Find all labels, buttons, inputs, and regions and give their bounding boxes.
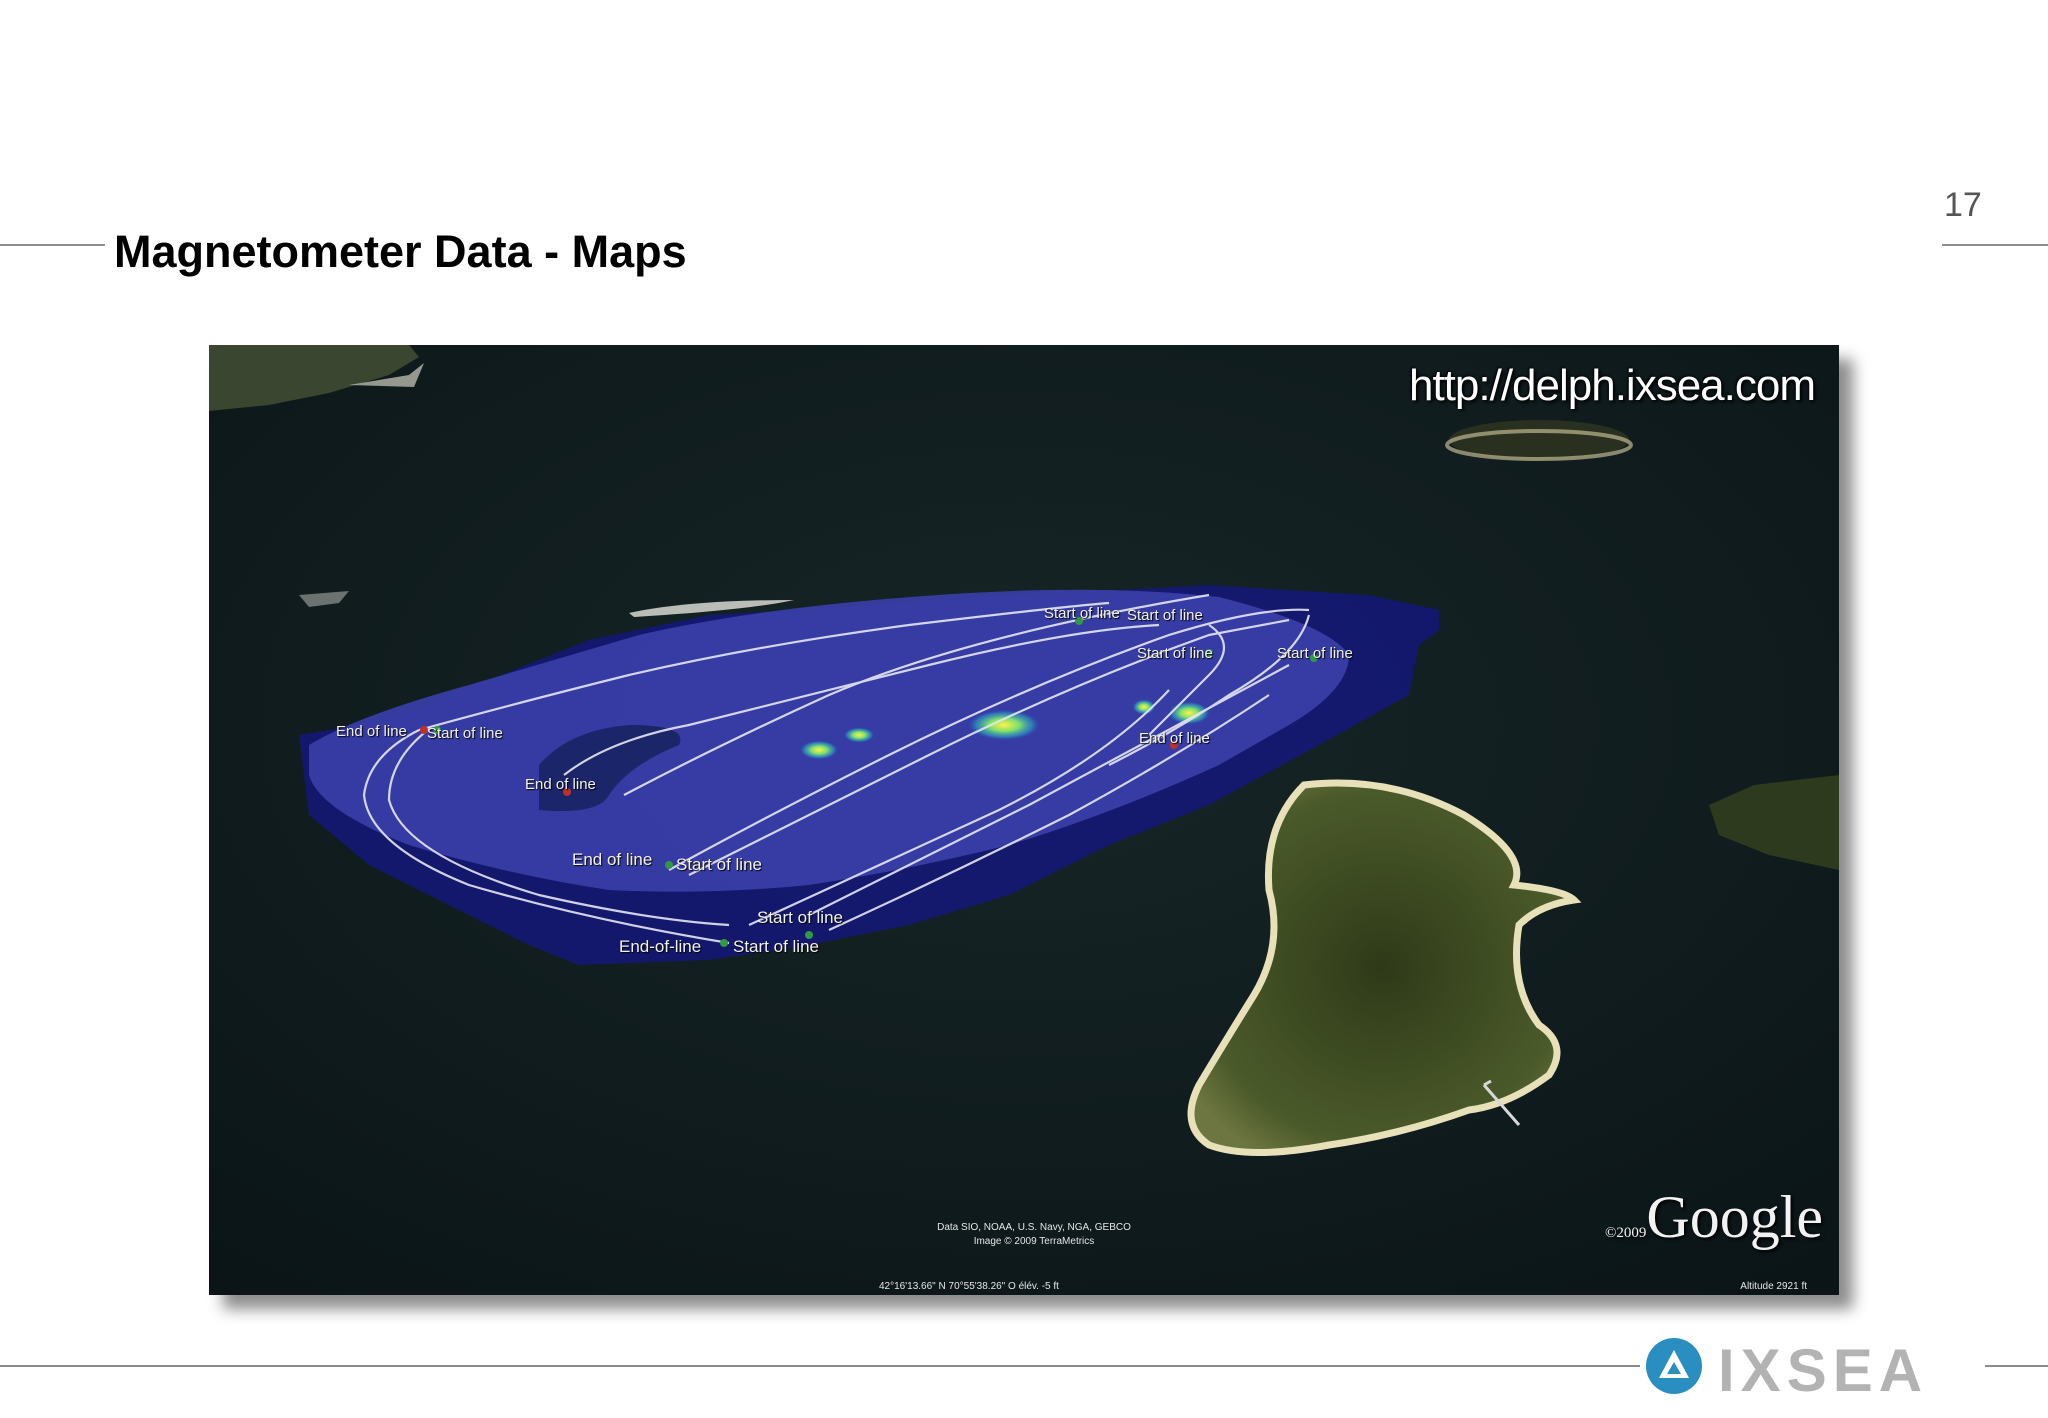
slide-title: Magnetometer Data - Maps bbox=[114, 226, 687, 277]
google-year: ©2009 bbox=[1604, 1225, 1647, 1241]
google-logo: ©2009Google bbox=[1605, 1183, 1823, 1252]
satellite-map bbox=[209, 345, 1839, 1295]
label-end-of-line: End of line bbox=[336, 723, 407, 740]
map-credits: Data SIO, NOAA, U.S. Navy, NGA, GEBCO Im… bbox=[899, 1221, 1169, 1249]
label-start-of-line: Start of line bbox=[427, 725, 503, 742]
label-end-of-line: End of line bbox=[525, 776, 596, 793]
ixsea-triangle-icon bbox=[1646, 1338, 1702, 1394]
ixsea-wordmark: IXSEA bbox=[1718, 1337, 1929, 1404]
label-start-of-line: Start of line bbox=[733, 937, 819, 956]
anomaly-hotspot-2 bbox=[799, 740, 839, 760]
label-start-of-line: Start of line bbox=[676, 855, 762, 874]
anomaly-hotspot-3 bbox=[843, 727, 875, 743]
map-altitude: Altitude 2921 ft bbox=[1740, 1281, 1807, 1292]
footer-rule-right bbox=[1985, 1365, 2048, 1367]
label-start-of-line: Start of line bbox=[1044, 605, 1120, 622]
label-start-of-line: Start of line bbox=[1127, 607, 1203, 624]
google-word: Google bbox=[1646, 1184, 1823, 1250]
label-end-of-line: End-of-line bbox=[619, 937, 702, 956]
label-end-of-line: End of line bbox=[1139, 730, 1210, 747]
map-credits-line2: Image © 2009 TerraMetrics bbox=[973, 1236, 1095, 1247]
label-end-of-line: End of line bbox=[572, 850, 653, 869]
ixsea-logo: IXSEA bbox=[1640, 1330, 1985, 1404]
label-start-of-line: Start of line bbox=[1137, 645, 1213, 662]
map-screenshot: http://delph.ixsea.com Start of line Sta… bbox=[209, 345, 1839, 1295]
footer-rule-left bbox=[0, 1365, 1640, 1367]
title-rule-right bbox=[1942, 244, 2048, 246]
label-start-of-line: Start of line bbox=[757, 908, 843, 927]
map-credits-line1: Data SIO, NOAA, U.S. Navy, NGA, GEBCO bbox=[937, 1222, 1131, 1233]
title-rule-left bbox=[0, 244, 105, 246]
map-url-overlay: http://delph.ixsea.com bbox=[1408, 361, 1816, 410]
page-number: 17 bbox=[1944, 186, 1982, 224]
map-coordinates: 42°16'13.66" N 70°55'38.26" O élév. -5 f… bbox=[879, 1281, 1059, 1292]
label-start-of-line: Start of line bbox=[1277, 645, 1353, 662]
